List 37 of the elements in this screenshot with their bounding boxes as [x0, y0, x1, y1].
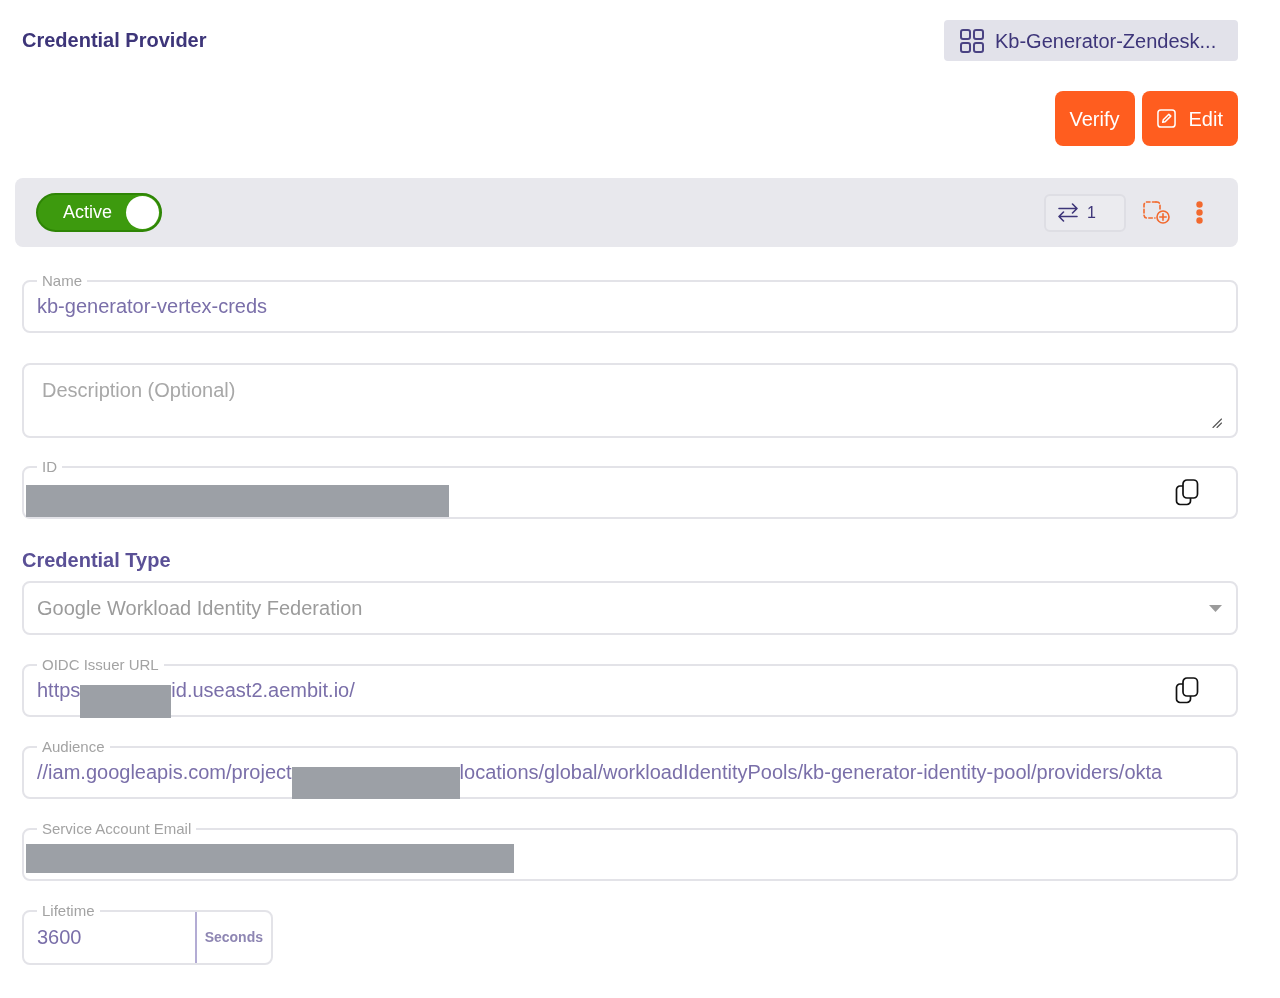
description-field[interactable]: Description (Optional)	[22, 363, 1238, 438]
chip-button[interactable]: Kb-Generator-Zendesk...	[944, 20, 1238, 61]
link-count-button[interactable]: 1	[1044, 193, 1126, 232]
field-label: Audience	[41, 740, 106, 754]
swap-arrows-icon	[1058, 203, 1078, 222]
verify-button[interactable]: Verify	[1054, 91, 1135, 146]
credential-type-select[interactable]: Google Workload Identity Federation	[22, 581, 1238, 635]
field-value: id.useast2.aembit.io/	[171, 678, 355, 703]
field-value: kb-generator-vertex-creds	[37, 294, 268, 319]
oidc-issuer-url-field[interactable]: OIDC Issuer URL https id.useast2.aembit.io/	[22, 658, 1238, 717]
email-field[interactable]: Service Account Email	[22, 822, 1238, 881]
id-field[interactable]: ID	[22, 460, 1238, 519]
edit-icon	[1156, 109, 1176, 128]
field-value: locations/global/workloadIdentityPools/kb-generator-identity-pool/providers/okta	[459, 760, 1163, 785]
resize-handle-icon[interactable]	[1212, 418, 1222, 428]
field-label: OIDC Issuer URL	[41, 658, 160, 672]
field-label: ID	[41, 460, 58, 474]
unit-label: Seconds	[194, 912, 271, 963]
copy-icon[interactable]	[1175, 676, 1199, 704]
field-value: //iam.googleapis.com/project	[37, 760, 292, 785]
field-label: Lifetime	[41, 904, 96, 918]
dashed-square-plus-icon[interactable]	[1143, 201, 1170, 224]
page-title: Credential Provider	[22, 28, 207, 52]
more-menu-icon[interactable]	[1196, 201, 1203, 224]
dropdown-caret-icon	[1209, 604, 1222, 612]
name-field[interactable]: Name kb-generator-vertex-creds	[22, 274, 1238, 333]
lifetime-field[interactable]: Lifetime 3600 Seconds	[22, 904, 273, 965]
active-toggle[interactable]: Active	[36, 193, 162, 232]
audience-field[interactable]: Audience //iam.googleapis.com/project locations/global/workloadIdentityPools/kb-generator-identity-pool/providers/okta	[22, 740, 1238, 799]
field-label: Service Account Email	[41, 822, 193, 836]
edit-button[interactable]: Edit	[1141, 91, 1238, 146]
field-value: 3600	[37, 924, 83, 950]
field-value: https	[37, 678, 81, 703]
copy-icon[interactable]	[1175, 478, 1199, 506]
section-heading: Credential Type	[22, 548, 172, 572]
grid-icon	[960, 28, 984, 53]
field-label: Name	[41, 274, 83, 288]
